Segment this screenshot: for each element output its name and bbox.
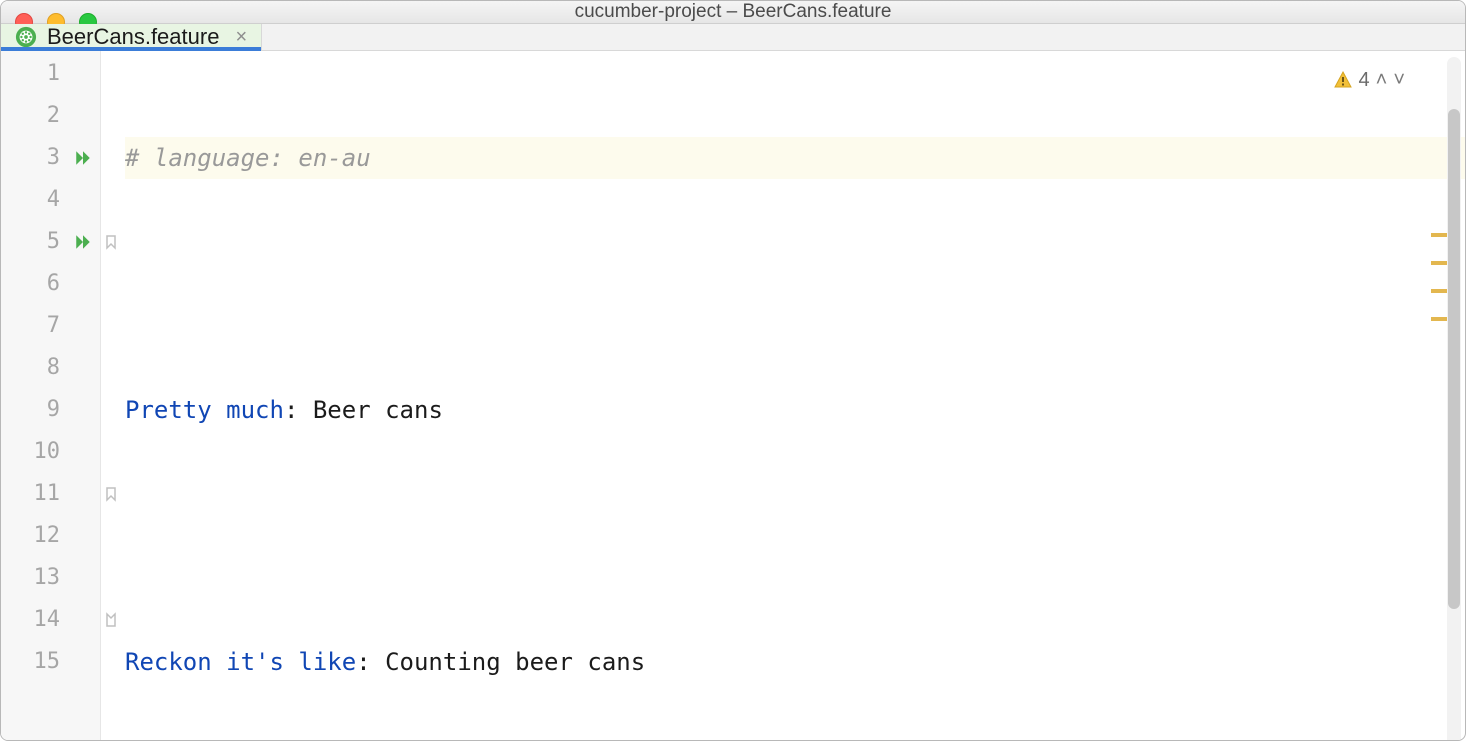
line-number: 15 [34, 641, 61, 683]
close-tab-icon[interactable]: × [235, 26, 247, 49]
warning-marker[interactable] [1431, 317, 1447, 321]
warning-marker[interactable] [1431, 261, 1447, 265]
line-number: 7 [47, 305, 60, 347]
ide-window: cucumber-project – BeerCans.feature Beer… [0, 0, 1466, 741]
run-gutter-icon[interactable] [74, 233, 92, 251]
feature-name: : Beer cans [284, 389, 443, 431]
editor-tab[interactable]: BeerCans.feature × [1, 24, 262, 50]
editor: 1 2 3 4 5 6 7 8 9 10 11 12 13 14 15 [1, 51, 1465, 741]
fold-end-icon[interactable] [103, 612, 119, 628]
run-gutter-icon[interactable] [74, 149, 92, 167]
line-number: 12 [34, 515, 61, 557]
line-number: 3 [47, 137, 60, 179]
chevron-down-icon[interactable]: ˅ [1393, 59, 1405, 101]
warning-marker[interactable] [1431, 233, 1447, 237]
warning-icon [1333, 70, 1353, 90]
fold-toggle-icon[interactable] [103, 486, 119, 502]
chevron-up-icon[interactable]: ˄ [1376, 59, 1388, 101]
titlebar: cucumber-project – BeerCans.feature [1, 1, 1465, 24]
error-stripe [1431, 51, 1447, 741]
fold-gutter [101, 51, 125, 741]
warning-marker[interactable] [1431, 289, 1447, 293]
line-number: 8 [47, 347, 60, 389]
line-number: 13 [34, 557, 61, 599]
line-number-gutter: 1 2 3 4 5 6 7 8 9 10 11 12 13 14 15 [1, 51, 101, 741]
line-number: 6 [47, 263, 60, 305]
scrollbar-thumb[interactable] [1448, 109, 1460, 609]
line-number: 14 [34, 599, 61, 641]
fold-toggle-icon[interactable] [103, 234, 119, 250]
feature-keyword: Pretty much [125, 389, 284, 431]
tab-label: BeerCans.feature [47, 24, 219, 50]
cucumber-file-icon [15, 26, 37, 48]
code-comment: # language: en-au [125, 137, 371, 179]
line-number: 2 [47, 95, 60, 137]
code-area[interactable]: # language: en-au Pretty much: Beer cans… [125, 51, 1465, 741]
scenario-keyword: Reckon it's like [125, 641, 356, 683]
window-title: cucumber-project – BeerCans.feature [1, 1, 1465, 23]
line-number: 9 [47, 389, 60, 431]
line-number: 5 [47, 221, 60, 263]
inspection-widget[interactable]: 4 ˄ ˅ [1327, 57, 1412, 103]
line-number: 11 [34, 473, 61, 515]
line-number: 1 [47, 53, 60, 95]
scenario-name: : Counting beer cans [356, 641, 645, 683]
editor-tabbar: BeerCans.feature × [1, 24, 1465, 51]
vertical-scrollbar[interactable] [1447, 57, 1461, 741]
line-number: 4 [47, 179, 60, 221]
warning-count: 4 [1359, 59, 1370, 101]
line-number: 10 [34, 431, 61, 473]
